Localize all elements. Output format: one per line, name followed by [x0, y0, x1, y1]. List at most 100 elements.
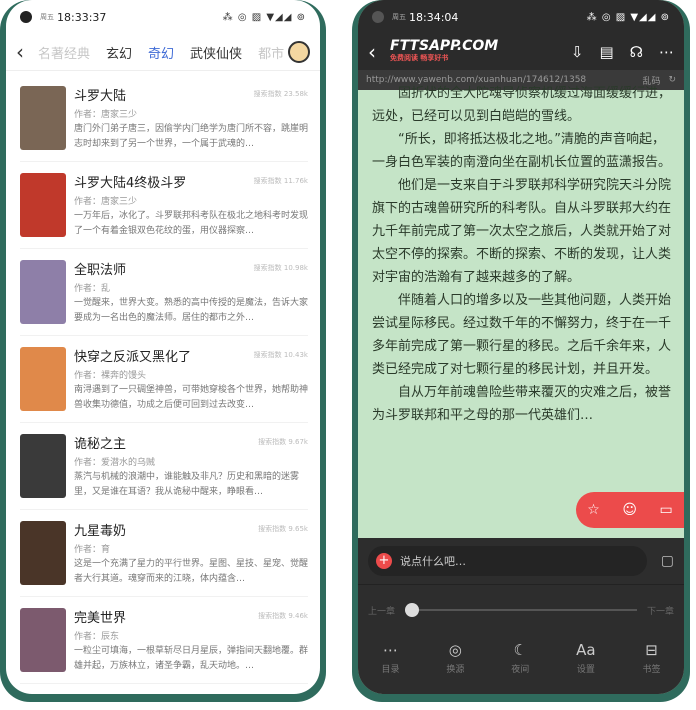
- message-icon[interactable]: ▢: [661, 553, 674, 569]
- right-phone: 周五 18:34:04 ⁂ ◎ ▨ ▼◢◢ ⊚ ‹ FTTSAPP.COM 免费…: [352, 0, 690, 702]
- reader-screen: 周五 18:34:04 ⁂ ◎ ▨ ▼◢◢ ⊚ ‹ FTTSAPP.COM 免费…: [358, 0, 684, 694]
- toc-icon: ⋯: [382, 641, 398, 659]
- search-index: 搜索指数 9.46k: [258, 612, 308, 620]
- back-icon[interactable]: ‹: [16, 40, 38, 64]
- book-cover: [20, 608, 66, 672]
- bookmark-icon: ⊟: [645, 641, 658, 659]
- book-author: 作者：爱潜水的乌贼: [74, 457, 156, 468]
- search-index: 搜索指数 9.67k: [258, 438, 308, 446]
- star-icon[interactable]: ☆: [587, 502, 600, 518]
- camera-icon: [372, 11, 384, 23]
- nav-item-0[interactable]: ⋯ 目录: [381, 641, 399, 675]
- book-title: 完美世界: [74, 610, 127, 626]
- list-item[interactable]: 斗罗大陆4终极斗罗 搜索指数 11.76k 作者：唐家三少 一万年后，冰化了。斗罗联邦…: [20, 162, 308, 249]
- moon-icon: ☾: [513, 641, 527, 659]
- list-item[interactable]: 快穿之反派又黑化了 搜索指数 10.43k 作者：裸奔的馒头南浔遇到了一只碉堡神兽，…: [20, 336, 308, 423]
- book-cover: [20, 434, 66, 498]
- tab-2[interactable]: 奇幻: [148, 43, 174, 62]
- book-list: 斗罗大陆 搜索指数 23.58k 作者：唐家三少 唐门外门弟子唐三，因偷学内门绝学为唐…: [6, 71, 320, 684]
- status-day: 周五: [40, 13, 54, 21]
- next-chapter-button[interactable]: 下一章: [647, 604, 674, 617]
- paragraph: 自从万年前魂兽险些带来覆灭的灾难之后，被誉为斗罗联邦和平之母的那一代英雄们…: [372, 385, 672, 423]
- paragraph: “所长，即将抵达极北之地。”清脆的声音响起，一身白色军装的南澄向坐在副机长位置的…: [372, 132, 672, 170]
- reader-text: 固折状的全大陀魂导侦察机缓过海面缓缓行进，远处，已经可以见到白皑皑的雪线。 “所长…: [358, 82, 684, 427]
- progress-handle[interactable]: [405, 603, 420, 617]
- tab-0[interactable]: 名著经典: [38, 43, 90, 62]
- people-icon[interactable]: ☺: [622, 502, 637, 518]
- tab-3[interactable]: 武侠仙侠: [190, 43, 242, 62]
- list-item[interactable]: 九星毒奶 搜索指数 9.65k 作者：育这是一个充满了星力的平行世界。星图、星技、星…: [20, 510, 308, 597]
- paragraph: 伴随着人口的增多以及一些其他问题，人类开始尝试星际移民。经过数千年的不懈努力，终…: [372, 293, 672, 377]
- list-item[interactable]: 诡秘之主 搜索指数 9.67k 作者：爱潜水的乌贼 蒸汽与机械的浪潮中，谁能触及非凡？…: [20, 423, 308, 510]
- book-author: 作者：唐家三少: [74, 109, 138, 120]
- nav-item-2[interactable]: ☾ 夜间: [511, 641, 529, 675]
- nav-item-4[interactable]: ⊟ 书签: [643, 641, 661, 675]
- category-nav: ‹ 名著经典 玄幻 奇幻 武侠仙侠 都市: [6, 34, 320, 71]
- comment-input[interactable]: + 说点什么吧…: [368, 546, 647, 576]
- chapter-progress: 上一章 下一章: [358, 585, 684, 635]
- book-description: 唐门外门弟子唐三，因偷学内门绝学为唐门所不容，跳崖明志时却来到了另一个世界，一个…: [74, 123, 308, 149]
- app-logo: FTTSAPP.COM 免费阅读 畅享好书: [390, 39, 498, 64]
- action-fab: ☆ ☺ ▭: [576, 492, 684, 528]
- nav-label: 夜间: [511, 665, 530, 675]
- chapter-list-icon[interactable]: ▤: [599, 43, 613, 61]
- avatar[interactable]: [288, 41, 310, 63]
- book-description: 一觉醒来，世界大变。熟悉的高中传授的是魔法，告诉大家要成为一名出色的魔法师。居住…: [74, 297, 308, 323]
- book-title: 快穿之反派又黑化了: [74, 349, 192, 365]
- book-author: 作者：育: [74, 544, 111, 555]
- search-index: 搜索指数 10.98k: [253, 264, 308, 272]
- book-author: 作者：辰东: [74, 631, 120, 642]
- nav-item-3[interactable]: Aa 设置: [576, 641, 595, 675]
- comment-bar: + 说点什么吧… ▢: [358, 538, 684, 585]
- nav-label: 设置: [576, 665, 595, 675]
- status-bar: 周五 18:33:37 ⁂ ◎ ▨ ▼◢◢ ⊚: [6, 0, 320, 34]
- status-day: 周五: [392, 13, 406, 21]
- status-time: 18:33:37: [57, 10, 107, 24]
- font-icon: Aa: [576, 641, 596, 659]
- list-item[interactable]: 斗罗大陆 搜索指数 23.58k 作者：唐家三少唐门外门弟子唐三，因偷学内门绝学为唐…: [20, 75, 308, 162]
- status-icons: ⁂ ◎ ▨ ▼◢◢ ⊚: [586, 11, 670, 23]
- status-icons: ⁂ ◎ ▨ ▼◢◢ ⊚: [222, 11, 306, 23]
- search-index: 搜索指数 11.76k: [253, 177, 308, 185]
- reader-bottom-nav: ⋯ 目录 ◎ 换源 ☾ 夜间 Aa 设置 ⊟ 书签: [358, 635, 684, 675]
- reader-toolbar: ‹ FTTSAPP.COM 免费阅读 畅享好书 ⇩ ▤ ☊ ⋯: [358, 34, 684, 70]
- search-index: 搜索指数 23.58k: [253, 90, 308, 98]
- book-author: 作者：乱: [74, 283, 111, 294]
- more-icon[interactable]: ⋯: [659, 43, 674, 61]
- listen-icon[interactable]: ☊: [630, 43, 643, 61]
- book-cover: [20, 86, 66, 150]
- nav-label: 换源: [446, 665, 465, 675]
- book-description: 这是一个充满了星力的平行世界。星图、星技、星宠、觉醒者大行其道。魂穿而来的江晓，…: [74, 558, 308, 584]
- status-bar: 周五 18:34:04 ⁂ ◎ ▨ ▼◢◢ ⊚: [358, 0, 684, 34]
- list-item[interactable]: 完美世界 搜索指数 9.46k 作者：辰东 一粒尘可填海，一根草斩尽日月星辰，弹指间天…: [20, 597, 308, 684]
- progress-slider[interactable]: [405, 603, 637, 617]
- search-index: 搜索指数 10.43k: [253, 351, 308, 359]
- book-title: 九星毒奶: [74, 523, 127, 539]
- tab-1[interactable]: 玄幻: [106, 43, 132, 62]
- tab-4[interactable]: 都市: [258, 43, 284, 62]
- book-title: 斗罗大陆4终极斗罗: [74, 175, 187, 191]
- comment-icon[interactable]: ▭: [660, 502, 673, 518]
- book-author: 作者：裸奔的馒头: [74, 370, 147, 381]
- book-description: 南浔遇到了一只碉堡神兽，可带她穿梭各个世界，她帮助神兽收集功德值，功成之后便可回…: [74, 384, 308, 410]
- left-phone: 周五 18:33:37 ⁂ ◎ ▨ ▼◢◢ ⊚ ‹ 名著经典 玄幻 奇幻 武侠仙侠 都市…: [0, 0, 326, 702]
- book-title: 斗罗大陆: [74, 88, 127, 104]
- book-cover: [20, 173, 66, 237]
- search-index: 搜索指数 9.65k: [258, 525, 308, 533]
- paragraph: 他们是一支来自于斗罗联邦科学研究院天斗分院旗下的古魂兽研究所的科考队。自从斗罗联…: [372, 178, 672, 285]
- prev-chapter-button[interactable]: 上一章: [368, 604, 395, 617]
- list-item[interactable]: 全职法师 搜索指数 10.98k 作者：乱一觉醒来，世界大变。熟悉的高中传授的是魔法…: [20, 249, 308, 336]
- status-time: 18:34:04: [409, 10, 459, 24]
- nav-label: 目录: [381, 665, 400, 675]
- book-title: 全职法师: [74, 262, 127, 278]
- book-cover: [20, 347, 66, 411]
- book-cover: [20, 521, 66, 585]
- back-icon[interactable]: ‹: [368, 40, 390, 64]
- download-icon[interactable]: ⇩: [571, 43, 584, 61]
- source-icon: ◎: [448, 641, 462, 659]
- nav-item-1[interactable]: ◎ 换源: [446, 641, 464, 675]
- paragraph: 固折状的全大陀魂导侦察机缓过海面缓缓行进，远处，已经可以见到白皑皑的雪线。: [372, 86, 672, 124]
- book-description: 蒸汽与机械的浪潮中，谁能触及非凡？历史和黑暗的迷雾里，又是谁在耳语？我从诡秘中醒…: [74, 471, 300, 497]
- book-author: 作者：唐家三少: [74, 196, 138, 207]
- comment-placeholder: 说点什么吧…: [400, 555, 466, 568]
